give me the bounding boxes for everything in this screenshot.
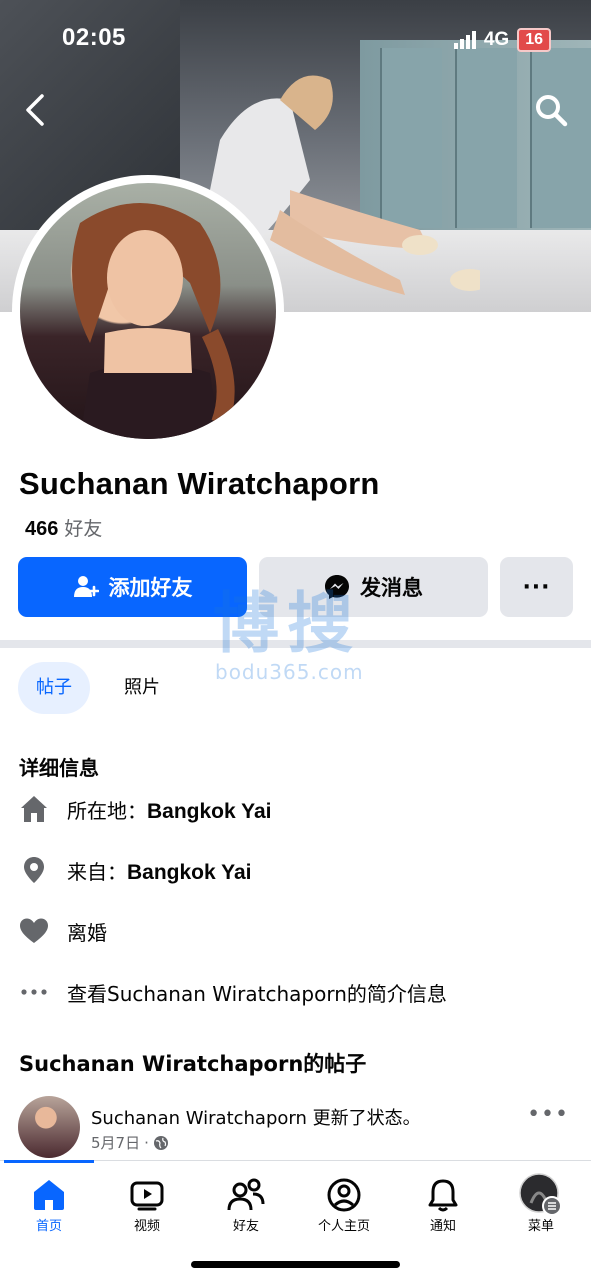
from-label: 来自： xyxy=(67,859,127,884)
nav-profile-label: 个人主页 xyxy=(317,1219,370,1234)
info-see-about[interactable]: 查看Suchanan Wiratchaporn的简介信息 xyxy=(19,977,447,1007)
more-horizontal-icon xyxy=(19,977,49,1007)
info-lives-in: 所在地：Bangkok Yai xyxy=(19,794,272,824)
info-from: 来自：Bangkok Yai xyxy=(19,855,252,885)
battery-level: 16 xyxy=(517,28,551,52)
post-options-button[interactable]: ••• xyxy=(527,1102,569,1127)
post-meta: 5月7日 · xyxy=(91,1132,169,1153)
see-about-link[interactable]: 查看Suchanan Wiratchaporn的简介信息 xyxy=(67,978,447,1007)
profile-name: Suchanan Wiratchaporn xyxy=(19,466,380,501)
add-friend-button[interactable]: 添加好友 xyxy=(18,557,247,617)
add-friend-icon xyxy=(73,576,99,597)
nav-home-label: 首页 xyxy=(35,1219,62,1234)
nav-notifications-label: 通知 xyxy=(429,1219,456,1234)
message-button[interactable]: 发消息 xyxy=(259,557,488,617)
search-icon xyxy=(536,95,568,127)
from-value[interactable]: Bangkok Yai xyxy=(127,861,252,884)
post-item[interactable]: Suchanan Wiratchaporn 更新了状态。 5月7日 · ••• xyxy=(18,1096,573,1160)
friend-count[interactable]: 466 好友 xyxy=(25,514,102,541)
home-indicator[interactable] xyxy=(191,1261,400,1268)
heart-icon xyxy=(19,916,49,946)
network-type: 4G xyxy=(483,29,510,50)
nav-home[interactable]: 首页 xyxy=(0,1175,98,1234)
more-dots-icon: ··· xyxy=(522,574,551,600)
status-indicators: 4G 16 xyxy=(453,28,551,52)
section-divider xyxy=(0,640,591,648)
nav-notifications[interactable]: 通知 xyxy=(394,1175,492,1234)
avatar-photo xyxy=(20,183,276,439)
home-icon xyxy=(34,1180,64,1210)
menu-avatar-icon xyxy=(519,1173,562,1216)
details-heading: 详细信息 xyxy=(19,756,99,780)
tab-photos[interactable]: 照片 xyxy=(106,662,178,714)
profile-avatar[interactable] xyxy=(12,175,284,447)
friends-icon xyxy=(227,1178,265,1211)
watermark-url: bodu365.com xyxy=(215,660,364,684)
tab-posts[interactable]: 帖子 xyxy=(18,662,90,714)
battery-icon: 16 xyxy=(517,28,551,52)
search-button[interactable] xyxy=(533,92,569,128)
post-author-avatar[interactable] xyxy=(18,1096,80,1158)
add-friend-label: 添加好友 xyxy=(108,576,193,600)
nav-video-label: 视频 xyxy=(133,1219,160,1234)
status-time: 02:05 xyxy=(62,24,126,51)
profile-icon xyxy=(327,1178,361,1212)
messenger-icon xyxy=(325,575,349,599)
bell-icon xyxy=(428,1179,458,1212)
signal-icon xyxy=(453,31,476,49)
location-pin-icon xyxy=(19,855,49,885)
nav-friends[interactable]: 好友 xyxy=(197,1175,295,1234)
friend-count-label: 好友 xyxy=(64,518,103,540)
globe-icon xyxy=(153,1135,168,1150)
cover-stall-door xyxy=(530,48,591,228)
video-icon xyxy=(130,1181,164,1211)
post-action: 更新了状态。 xyxy=(312,1108,421,1129)
nav-profile[interactable]: 个人主页 xyxy=(295,1175,393,1234)
nav-video[interactable]: 视频 xyxy=(98,1175,196,1234)
back-button[interactable] xyxy=(22,92,52,128)
active-tab-indicator xyxy=(4,1160,94,1163)
message-label: 发消息 xyxy=(360,576,423,600)
nav-menu[interactable]: 菜单 xyxy=(492,1173,590,1234)
nav-friends-label: 好友 xyxy=(232,1219,259,1234)
lives-in-label: 所在地： xyxy=(67,798,147,823)
post-header: Suchanan Wiratchaporn 更新了状态。 xyxy=(91,1104,421,1130)
post-author-name[interactable]: Suchanan Wiratchaporn xyxy=(91,1108,307,1129)
chevron-left-icon xyxy=(26,94,44,126)
bottom-nav: 首页 视频 好友 个人主页 通知 菜单 xyxy=(0,1160,591,1281)
friend-count-number: 466 xyxy=(25,518,59,540)
info-relationship: 离婚 xyxy=(19,916,107,946)
posts-heading: Suchanan Wiratchaporn的帖子 xyxy=(19,1052,367,1076)
home-icon xyxy=(19,794,49,824)
more-options-button[interactable]: ··· xyxy=(500,557,573,617)
relationship-status: 离婚 xyxy=(67,920,107,945)
post-date[interactable]: 5月7日 xyxy=(91,1132,140,1153)
lives-in-value[interactable]: Bangkok Yai xyxy=(147,800,272,823)
nav-menu-label: 菜单 xyxy=(527,1219,554,1234)
